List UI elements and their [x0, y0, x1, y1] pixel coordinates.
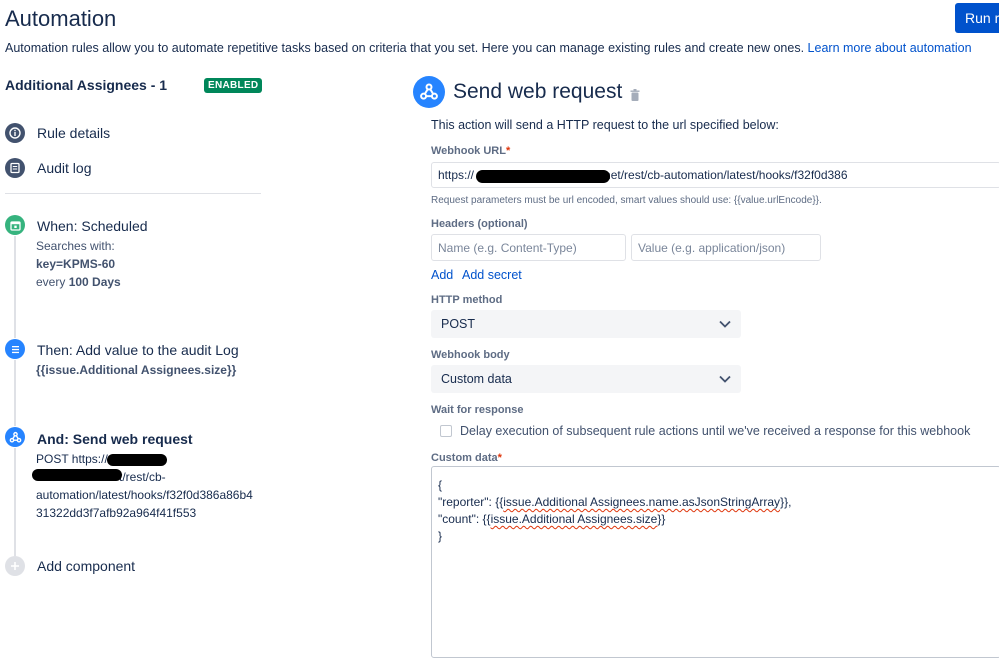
rule-details-link[interactable]: Rule details: [5, 123, 110, 143]
http-method-select[interactable]: POST: [431, 310, 741, 338]
trigger-details: Searches with: key=KPMS-60 every 100 Day…: [36, 237, 121, 291]
webhook-url-line3: 31322dd3f7afb92a964f41f553: [36, 506, 197, 520]
redaction-mark: [32, 469, 122, 481]
webhook-url-label: Webhook URL*: [431, 145, 511, 157]
panel-intro: This action will send a HTTP request to …: [431, 118, 779, 132]
audit-step-value: {{issue.Additional Assignees.size}}: [36, 363, 237, 377]
redaction-mark: [476, 170, 610, 183]
audit-log-icon: [5, 158, 25, 178]
learn-more-link[interactable]: Learn more about automation: [808, 41, 972, 55]
schedule-interval: every 100 Days: [36, 273, 121, 291]
webhook-body-select[interactable]: Custom data: [431, 365, 741, 393]
webhook-url-suffix: net/rest/cb-automation/latest/hooks/f32f…: [604, 168, 848, 182]
status-badge: ENABLED: [204, 78, 263, 93]
smart-value: issue.Additional Assignees.size: [490, 512, 658, 526]
webhook-url-prefix: https://: [438, 168, 475, 182]
url-hint: Request parameters must be url encoded, …: [431, 195, 822, 206]
chevron-down-icon: [719, 317, 731, 331]
custom-data-line: "count": {{issue.Additional Assignees.si…: [438, 511, 994, 528]
json-key: "reporter": {{: [438, 495, 504, 509]
list-icon: [5, 339, 25, 359]
custom-data-line: "reporter": {{issue.Additional Assignees…: [438, 494, 994, 511]
add-component-label: Add component: [37, 558, 136, 574]
trash-icon[interactable]: [630, 88, 640, 106]
json-key: "count": {{: [438, 512, 491, 526]
webhook-icon: [5, 427, 25, 447]
header-name-input[interactable]: Name (e.g. Content-Type): [431, 234, 626, 261]
webhook-body-label: Webhook body: [431, 349, 510, 361]
custom-data-line: {: [438, 478, 443, 492]
run-rule-button[interactable]: Run ru: [955, 3, 999, 33]
custom-data-line: }: [438, 529, 443, 543]
custom-data-label-text: Custom data: [431, 452, 498, 464]
trigger-title: When: Scheduled: [37, 218, 148, 234]
rule-details-label: Rule details: [37, 125, 111, 141]
rule-name: Additional Assignees - 1: [5, 77, 168, 93]
custom-data-label: Custom data*: [431, 452, 502, 464]
interval-value: 100 Days: [68, 275, 121, 289]
json-end: }}: [657, 512, 666, 526]
wait-response-checkbox[interactable]: [440, 425, 452, 437]
header-name-placeholder: Name (e.g. Content-Type): [438, 240, 577, 255]
header-value-input[interactable]: Value (e.g. application/json): [631, 234, 821, 261]
page-description: Automation rules allow you to automate r…: [5, 41, 972, 55]
add-component-button[interactable]: Add component: [5, 556, 135, 576]
wait-response-text: Delay execution of subsequent rule actio…: [460, 424, 971, 438]
every-label: every: [36, 275, 66, 289]
http-method-value: POST: [441, 317, 476, 331]
description-text: Automation rules allow you to automate r…: [5, 41, 805, 55]
sidebar-divider: [5, 193, 261, 194]
headers-label: Headers (optional): [431, 218, 528, 230]
action-step-webhook[interactable]: And: Send web request POST https:// t/re…: [5, 427, 267, 527]
redaction-mark: [107, 454, 167, 466]
searches-with-label: Searches with:: [36, 239, 115, 253]
panel-title: Send web request: [453, 80, 623, 103]
audit-log-link[interactable]: Audit log: [5, 158, 91, 178]
page-title: Automation: [5, 6, 117, 31]
audit-step-title: Then: Add value to the audit Log: [37, 342, 239, 358]
plus-icon: [5, 556, 25, 576]
webhook-url-line2: automation/latest/hooks/f32f0d386a86b4: [36, 488, 253, 502]
wait-response-checkbox-row[interactable]: Delay execution of subsequent rule actio…: [440, 424, 970, 438]
calendar-icon: [5, 215, 25, 235]
http-method-label: HTTP method: [431, 294, 503, 306]
custom-data-textarea[interactable]: { "reporter": {{issue.Additional Assigne…: [431, 466, 999, 658]
smart-value: issue.Additional Assignees.name.asJsonSt…: [503, 495, 781, 509]
wait-for-response-label: Wait for response: [431, 404, 524, 416]
json-end: }},: [780, 495, 792, 509]
chevron-down-icon: [719, 372, 731, 386]
audit-log-label: Audit log: [37, 160, 92, 176]
header-value-placeholder: Value (e.g. application/json): [638, 240, 786, 255]
add-secret-link[interactable]: Add secret: [462, 268, 522, 282]
webhook-icon: [413, 76, 445, 108]
jql-query: key=KPMS-60: [36, 257, 116, 271]
connector-line: [14, 236, 16, 338]
webhook-url-label-text: Webhook URL: [431, 145, 506, 157]
add-header-link[interactable]: Add: [431, 268, 453, 282]
webhook-body-value: Custom data: [441, 372, 512, 386]
connector-line: [14, 360, 16, 426]
info-icon: [5, 123, 25, 143]
webhook-step-title: And: Send web request: [37, 431, 193, 447]
